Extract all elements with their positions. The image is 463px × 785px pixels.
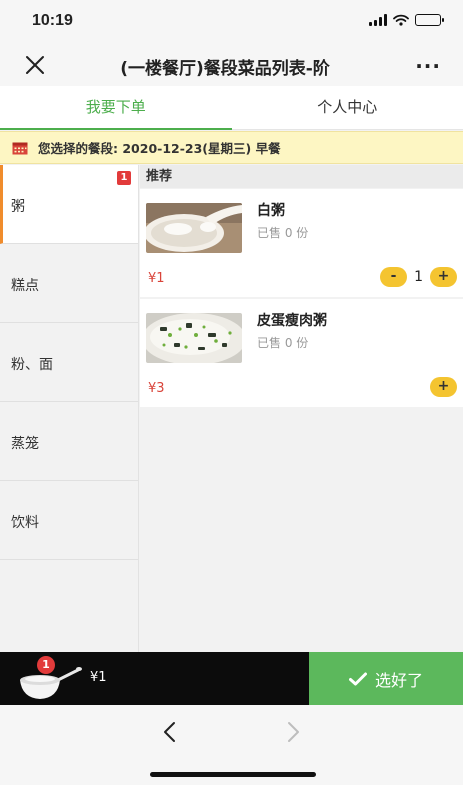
category-item-porridge[interactable]: 粥 1 — [0, 165, 138, 244]
category-count-badge: 1 — [117, 171, 131, 185]
dish-price: ¥1 — [148, 271, 165, 286]
category-item-pastry[interactable]: 糕点 — [0, 244, 138, 323]
category-item-noodles[interactable]: 粉、面 — [0, 323, 138, 402]
cart-count-badge: 1 — [37, 656, 55, 674]
back-arrow-icon[interactable] — [160, 719, 180, 745]
dish-sold-count: 已售 0 份 — [257, 336, 309, 350]
nav-bar: (一楼餐厅)餐段菜品列表-阶 ··· — [0, 44, 463, 86]
more-icon[interactable]: ··· — [415, 54, 441, 78]
quantity-value: 1 — [414, 269, 423, 285]
category-label: 粉、面 — [11, 357, 53, 373]
dish-name: 白粥 — [257, 203, 285, 219]
status-bar: 10:19 — [0, 0, 463, 44]
status-time: 10:19 — [32, 12, 73, 29]
wifi-icon — [393, 14, 409, 26]
page-title: (一楼餐厅)餐段菜品列表-阶 — [120, 59, 330, 79]
home-indicator — [150, 772, 316, 777]
dish-sold-count: 已售 0 份 — [257, 226, 309, 240]
section-header: 推荐 — [140, 165, 463, 188]
meal-period-notice: 您选择的餐段: 2020-12-23(星期三) 早餐 — [0, 131, 463, 164]
tab-bar: 我要下单 个人中心 — [0, 86, 463, 130]
category-label: 粥 — [11, 199, 25, 215]
dish-image[interactable] — [146, 203, 242, 253]
close-icon[interactable] — [22, 52, 48, 78]
check-icon — [348, 672, 367, 685]
dish-price: ¥3 — [148, 381, 165, 396]
forward-arrow-icon[interactable] — [283, 719, 303, 745]
dish-card: 皮蛋瘦肉粥 已售 0 份 ¥3 + — [140, 299, 463, 407]
dish-card: 白粥 已售 0 份 ¥1 - 1 + — [140, 189, 463, 297]
category-item-drinks[interactable]: 饮料 — [0, 481, 138, 560]
calendar-icon — [12, 142, 28, 154]
confirm-selection-button[interactable]: 选好了 — [309, 652, 463, 705]
signal-icon — [369, 14, 387, 26]
category-label: 糕点 — [11, 278, 39, 294]
confirm-label: 选好了 — [374, 670, 423, 690]
cart-bar: 1 ¥1 选好了 — [0, 652, 463, 705]
cart-total: ¥1 — [90, 670, 107, 685]
tab-personal-center[interactable]: 个人中心 — [232, 86, 463, 129]
dish-image[interactable] — [146, 313, 242, 363]
battery-icon — [415, 14, 444, 26]
category-label: 饮料 — [11, 515, 39, 531]
tab-order[interactable]: 我要下单 — [0, 86, 232, 130]
notice-text: 您选择的餐段: 2020-12-23(星期三) 早餐 — [38, 141, 281, 156]
browser-bottom-nav — [0, 705, 463, 785]
status-icons — [369, 14, 444, 26]
quantity-stepper: + — [430, 377, 457, 397]
quantity-stepper: - 1 + — [380, 267, 457, 287]
increase-button[interactable]: + — [430, 267, 457, 287]
category-label: 蒸笼 — [11, 436, 39, 452]
decrease-button[interactable]: - — [380, 267, 408, 287]
category-sidebar: 粥 1 糕点 粉、面 蒸笼 饮料 — [0, 165, 139, 652]
dish-name: 皮蛋瘦肉粥 — [257, 313, 327, 329]
increase-button[interactable]: + — [430, 377, 457, 397]
category-item-steamed[interactable]: 蒸笼 — [0, 402, 138, 481]
